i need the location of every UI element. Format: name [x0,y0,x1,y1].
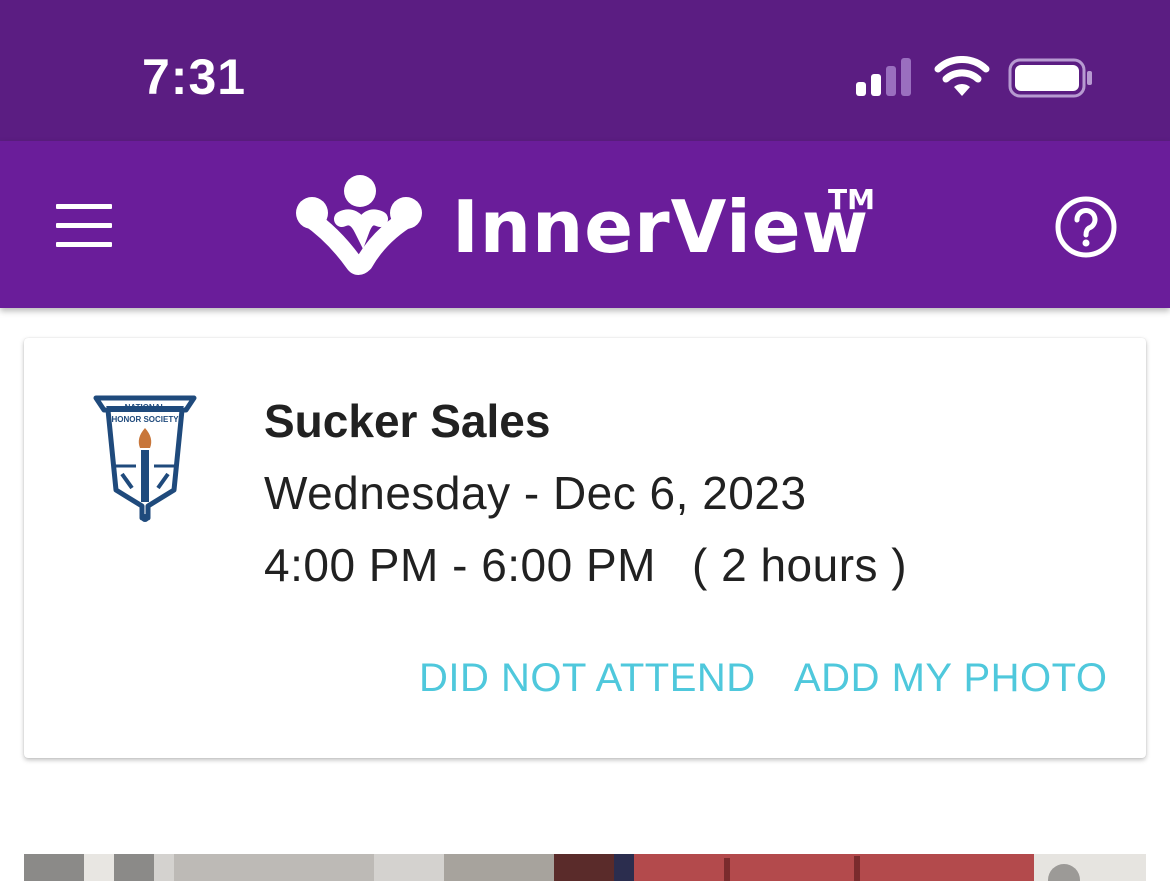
help-circle-icon[interactable] [1054,195,1118,259]
event-duration: ( 2 hours ) [692,539,908,591]
status-bar: 7:31 [0,0,1170,141]
event-photo-image [24,854,1146,881]
brand-name: InnerView [452,185,870,269]
national-honor-society-logo: NATIONAL HONOR SOCIETY [93,395,197,522]
cellular-signal-icon [856,58,911,96]
status-time: 7:31 [142,49,247,105]
event-card: NATIONAL HONOR SOCIETY Sucker Sales Wedn… [24,338,1146,758]
event-time-row: 4:00 PM - 6:00 PM ( 2 hours ) [264,538,907,592]
wifi-icon [934,56,990,96]
event-date: Wednesday - Dec 6, 2023 [264,467,807,519]
logo-text-national: NATIONAL [125,403,166,412]
logo-text-honor-society: HONOR SOCIETY [111,415,179,424]
hamburger-menu-icon[interactable] [56,204,112,248]
brand-trademark: TM [828,183,875,216]
battery-icon [1008,58,1092,98]
app-header: InnerView TM [0,141,1170,308]
brand-logo: InnerView TM [294,173,894,277]
event-photo-preview[interactable] [24,854,1146,881]
event-title: Sucker Sales [264,395,551,447]
event-time-range: 4:00 PM - 6:00 PM [264,539,656,591]
did-not-attend-button[interactable]: DID NOT ATTEND [419,656,756,701]
innerview-logo-icon [296,175,422,275]
add-my-photo-button[interactable]: ADD MY PHOTO [794,656,1107,701]
